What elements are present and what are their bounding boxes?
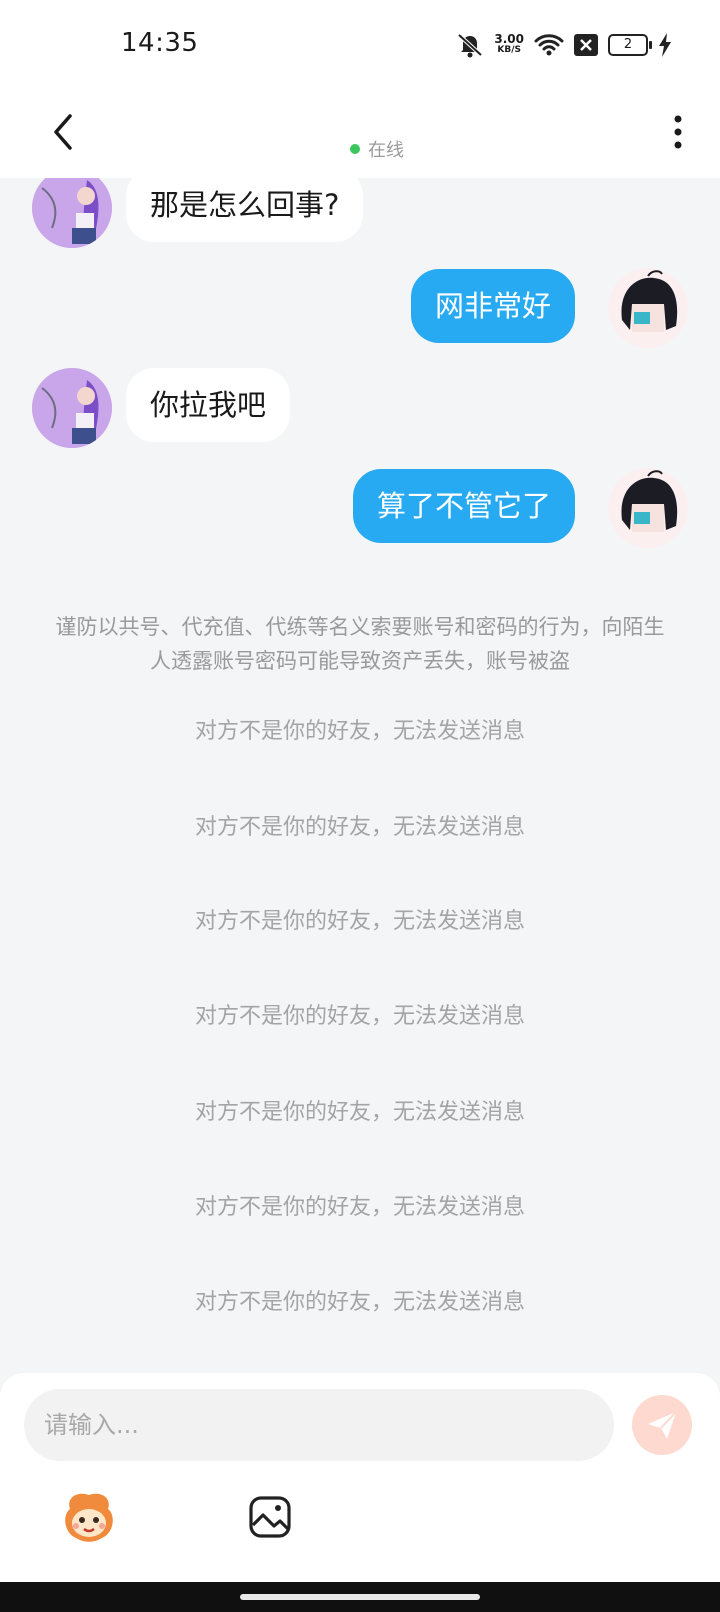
wifi-icon <box>534 34 564 56</box>
system-message: 对方不是你的好友，无法发送消息 <box>194 1290 525 1315</box>
my-avatar-image <box>608 268 688 348</box>
net-speed-unit: KB/S <box>497 45 521 55</box>
message-bubble-incoming[interactable]: 那是怎么回事? <box>126 178 364 242</box>
message-composer: 请输入... <box>0 1373 720 1582</box>
online-status: 在线 <box>350 136 404 162</box>
message-text: 网非常好 <box>434 289 551 323</box>
contact-avatar-image <box>32 178 112 248</box>
back-arrow-icon[interactable] <box>44 110 84 154</box>
home-gesture-pill[interactable] <box>240 1594 480 1600</box>
mute-bell-icon <box>458 33 483 58</box>
system-message: 对方不是你的好友，无法发送消息 <box>194 815 525 840</box>
system-message: 对方不是你的好友，无法发送消息 <box>194 719 525 744</box>
chat-header: 在线 <box>0 90 720 178</box>
system-message: 对方不是你的好友，无法发送消息 <box>194 909 525 934</box>
send-icon <box>648 1411 677 1439</box>
message-bubble-outgoing[interactable]: 网非常好 <box>410 269 575 343</box>
online-label: 在线 <box>368 140 404 161</box>
image-icon[interactable] <box>248 1495 292 1539</box>
status-icons: 3.00 KB/S 2 <box>456 32 672 58</box>
net-speed-value: 3.00 <box>494 32 524 46</box>
online-dot <box>350 144 360 154</box>
my-avatar[interactable] <box>608 468 688 548</box>
contact-avatar[interactable] <box>32 178 112 248</box>
my-avatar[interactable] <box>608 268 688 348</box>
message-text: 算了不管它了 <box>376 489 551 523</box>
charging-icon <box>659 33 671 57</box>
status-time: 14:35 <box>121 28 199 58</box>
my-avatar-image <box>608 468 688 548</box>
system-message: 对方不是你的好友，无法发送消息 <box>194 1195 525 1220</box>
message-text: 你拉我吧 <box>150 388 267 422</box>
system-nav-bar <box>0 1582 720 1612</box>
send-button[interactable] <box>632 1395 692 1455</box>
contact-avatar-image <box>32 368 112 448</box>
system-message: 对方不是你的好友，无法发送消息 <box>194 1100 525 1125</box>
sim-x-icon <box>574 34 598 56</box>
message-bubble-incoming[interactable]: 你拉我吧 <box>126 368 291 442</box>
net-speed: 3.00 KB/S <box>494 32 524 56</box>
message-input[interactable]: 请输入... <box>24 1389 614 1461</box>
battery-icon: 2 <box>608 34 652 56</box>
battery-level: 2 <box>623 37 633 52</box>
more-vertical-icon[interactable] <box>666 112 690 152</box>
message-bubble-outgoing[interactable]: 算了不管它了 <box>352 469 575 543</box>
mascot-sticker-icon[interactable] <box>62 1491 116 1543</box>
message-text: 那是怎么回事? <box>150 188 340 222</box>
message-list[interactable]: 那是怎么回事? 网非常好 你拉我吧 算了不管它了 谨防以共号、代充值、代练等名义… <box>0 178 720 1373</box>
security-notice: 谨防以共号、代充值、代练等名义索要账号和密码的行为，向陌生人透露账号密码可能导致… <box>55 615 665 673</box>
contact-avatar[interactable] <box>32 368 112 448</box>
status-bar: 14:35 3.00 KB/S 2 <box>0 0 720 90</box>
system-message: 对方不是你的好友，无法发送消息 <box>194 1004 525 1029</box>
